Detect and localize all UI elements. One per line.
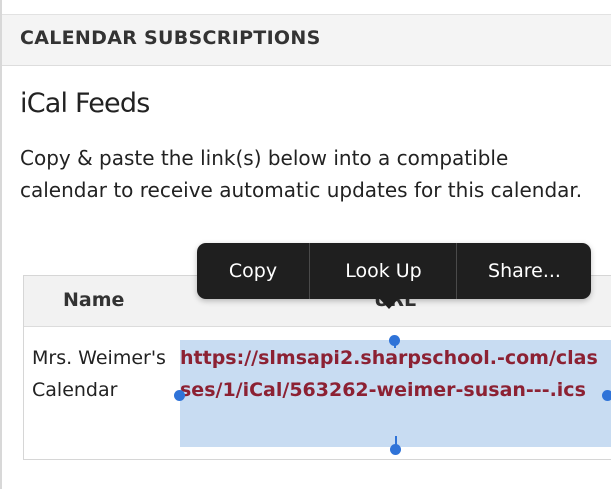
column-header-name: Name (63, 289, 125, 311)
selection-left-handle[interactable] (174, 390, 185, 401)
page: CALENDAR SUBSCRIPTIONS iCal Feeds Copy &… (0, 0, 611, 489)
selection-right-handle[interactable] (602, 390, 611, 401)
section-description: Copy & paste the link(s) below into a co… (20, 146, 583, 202)
context-menu-share[interactable]: Share... (456, 243, 592, 299)
calendar-url-link[interactable]: https://slmsapi2.sharpschool.-com/classe… (180, 342, 600, 406)
selection-end-handle[interactable] (390, 444, 401, 455)
text-context-menu: Copy Look Up Share... (197, 243, 591, 299)
calendar-subscriptions-panel: CALENDAR SUBSCRIPTIONS iCal Feeds Copy &… (0, 0, 611, 489)
context-menu-look-up[interactable]: Look Up (309, 243, 457, 299)
calendar-name-cell: Mrs. Weimer's Calendar (32, 347, 166, 401)
ical-feeds-table: Name URL Mrs. Weimer's Calendar https://… (23, 275, 611, 460)
context-menu-pointer (378, 297, 400, 309)
panel-header: CALENDAR SUBSCRIPTIONS (2, 14, 611, 66)
context-menu-copy[interactable]: Copy (197, 243, 309, 299)
panel-header-title: CALENDAR SUBSCRIPTIONS (20, 27, 321, 49)
selection-start-handle[interactable] (389, 335, 400, 346)
section-title: iCal Feeds (20, 88, 150, 119)
